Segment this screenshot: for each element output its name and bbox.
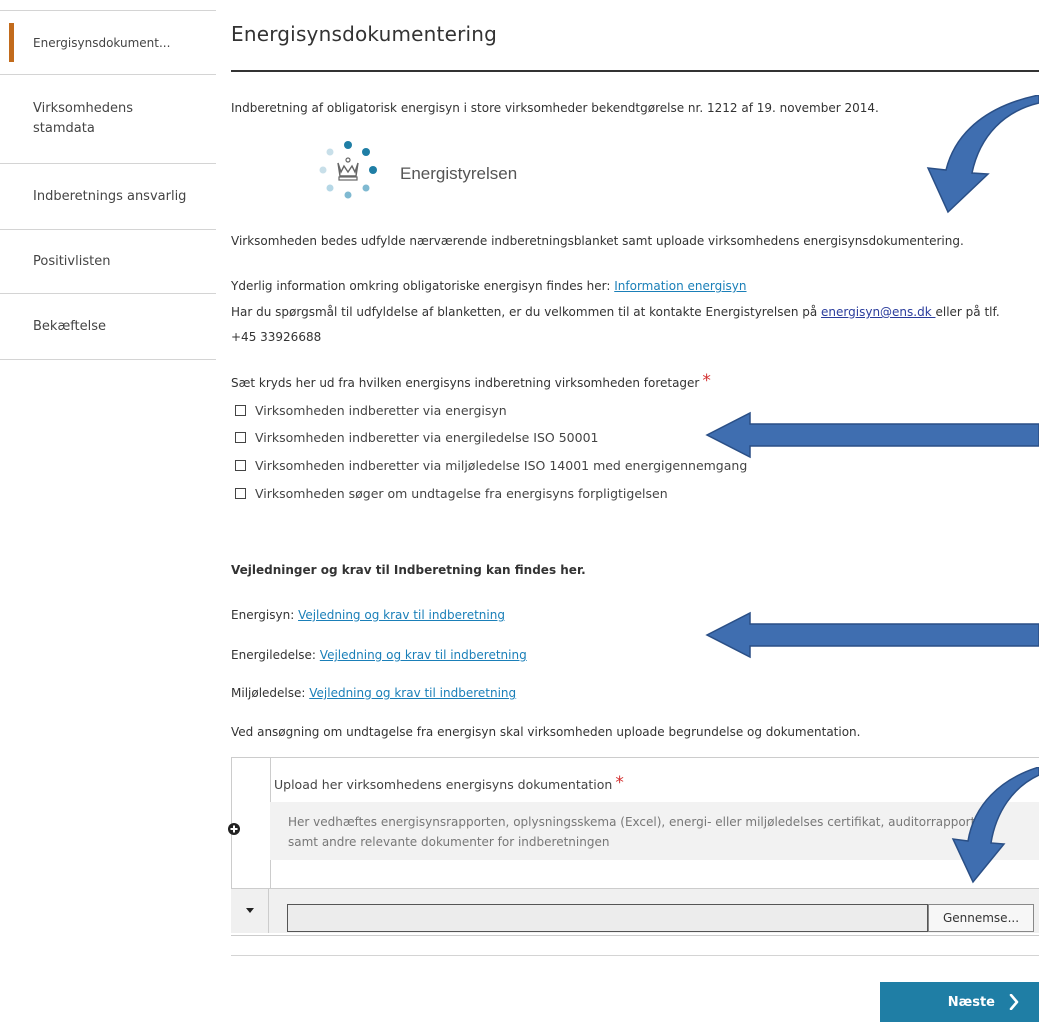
contact-phone: +45 33926688 <box>231 330 322 344</box>
checkbox[interactable] <box>235 432 246 443</box>
contact-suffix: eller på tlf. <box>935 305 1000 319</box>
instruction-text: Virksomheden bedes udfylde nærværende in… <box>231 234 964 248</box>
exemption-note: Ved ansøgning om undtagelse fra energisy… <box>231 725 861 739</box>
sidebar: Energisynsdokument... Virksomhedens stam… <box>0 10 216 360</box>
crown-dots-icon <box>319 141 377 199</box>
contact-prefix: Har du spørgsmål til udfyldelse af blank… <box>231 305 822 319</box>
option-label: Virksomheden indberetter via energisyn <box>255 403 507 418</box>
upload-title-label: Upload her virksomhedens energisyns doku… <box>274 777 613 792</box>
required-marker: * <box>615 773 624 793</box>
guide-miljoledelse-link[interactable]: Vejledning og krav til indberetning <box>309 686 516 700</box>
sidebar-item-energisynsdokumentering[interactable]: Energisynsdokument... <box>0 11 216 75</box>
guide-energisyn: Energisyn: Vejledning og krav til indber… <box>231 608 505 622</box>
logo-text: Energistyrelsen <box>400 164 518 183</box>
option-energisyn[interactable]: Virksomheden indberetter via energisyn <box>235 403 507 418</box>
sidebar-item-positivlisten[interactable]: Positivlisten <box>0 230 216 294</box>
info-line: Yderlig information omkring obligatorisk… <box>231 279 747 293</box>
collapse-toggle[interactable] <box>231 889 269 933</box>
add-circle-icon[interactable] <box>227 822 241 836</box>
sidebar-item-label: Virksomhedens stamdata <box>33 101 133 136</box>
option-label: Virksomheden indberetter via miljøledels… <box>255 458 748 473</box>
checkbox-question-label: Sæt kryds her ud fra hvilken energisyns … <box>231 376 700 390</box>
guide-prefix: Miljøledelse: <box>231 686 310 700</box>
sidebar-item-label: Energisynsdokument... <box>33 35 171 50</box>
info-prefix: Yderlig information omkring obligatorisk… <box>231 279 615 293</box>
upload-help-box: Her vedhæftes energisynsrapporten, oplys… <box>270 802 1039 860</box>
option-undtagelse[interactable]: Virksomheden søger om undtagelse fra ene… <box>235 486 668 501</box>
annotation-curved-arrow-icon <box>926 95 1039 214</box>
option-label: Virksomheden søger om undtagelse fra ene… <box>255 486 668 501</box>
upload-help-line: Her vedhæftes energisynsrapporten, oplys… <box>288 815 980 829</box>
required-marker: * <box>702 371 711 391</box>
sidebar-item-label: Bekæftelse <box>33 318 107 334</box>
checkbox[interactable] <box>235 460 246 471</box>
upload-title: Upload her virksomhedens energisyns doku… <box>274 775 624 793</box>
caret-down-icon <box>245 908 254 913</box>
page-title: Energisynsdokumentering <box>231 22 498 46</box>
checkbox[interactable] <box>235 488 246 499</box>
intro-text: Indberetning af obligatorisk energisyn i… <box>231 101 879 115</box>
guide-miljoledelse: Miljøledelse: Vejledning og krav til ind… <box>231 686 516 700</box>
energistyrelsen-logo: Energistyrelsen <box>308 136 538 216</box>
browse-button[interactable]: Gennemse... <box>928 904 1034 932</box>
guide-energisyn-link[interactable]: Vejledning og krav til indberetning <box>298 608 505 622</box>
guide-energiledelse: Energiledelse: Vejledning og krav til in… <box>231 648 527 662</box>
annotation-arrow-left-icon <box>705 411 1039 459</box>
sidebar-item-label: Positivlisten <box>33 253 111 269</box>
guides-heading: Vejledninger og krav til Indberetning ka… <box>231 563 586 577</box>
sidebar-item-bekraeftelse[interactable]: Bekæftelse <box>0 294 216 360</box>
contact-email-link[interactable]: energisyn@ens.dk <box>821 305 935 319</box>
upload-help-text: Her vedhæftes energisynsrapporten, oplys… <box>288 812 979 852</box>
footer-divider <box>231 955 1039 956</box>
sidebar-item-stamdata[interactable]: Virksomhedens stamdata <box>0 75 216 164</box>
upload-help-line: samt andre relevante dokumenter for indb… <box>288 835 610 849</box>
next-button-label: Næste <box>947 994 995 1010</box>
guide-energiledelse-link[interactable]: Vejledning og krav til indberetning <box>320 648 527 662</box>
file-path-input[interactable] <box>287 904 928 932</box>
contact-line: Har du spørgsmål til udfyldelse af blank… <box>231 305 1000 319</box>
title-divider <box>231 70 1039 72</box>
sidebar-item-indberetnings-ansvarlig[interactable]: Indberetnings ansvarlig <box>0 164 216 230</box>
checkbox-question: Sæt kryds her ud fra hvilken energisyns … <box>231 373 711 391</box>
next-button[interactable]: Næste <box>880 982 1039 1022</box>
sidebar-item-label: Indberetnings ansvarlig <box>33 188 187 204</box>
annotation-arrow-left-icon <box>705 611 1039 659</box>
option-iso-50001[interactable]: Virksomheden indberetter via energiledel… <box>235 430 598 445</box>
information-energisyn-link[interactable]: Information energisyn <box>614 279 746 293</box>
checkbox[interactable] <box>235 405 246 416</box>
guide-prefix: Energiledelse: <box>231 648 320 662</box>
guide-prefix: Energisyn: <box>231 608 299 622</box>
option-iso-14001[interactable]: Virksomheden indberetter via miljøledels… <box>235 458 747 473</box>
option-label: Virksomheden indberetter via energiledel… <box>255 430 599 445</box>
